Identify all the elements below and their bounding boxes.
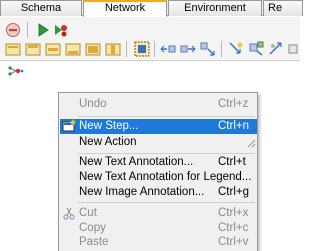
toolbar [0, 17, 300, 61]
menu-item-label: New Image Annotation... [79, 186, 205, 198]
menu-item-shortcut: Ctrl+n [218, 120, 249, 132]
menu-item-new-step[interactable]: New Step... Ctrl+n [60, 119, 257, 134]
menu-item-cut[interactable]: Cut Ctrl+x [60, 206, 257, 221]
tab-network[interactable]: Network [83, 0, 167, 17]
menu-item-copy[interactable]: Copy Ctrl+c [60, 221, 257, 236]
menu-separator [78, 202, 255, 203]
menu-item-label: New Step... [79, 120, 139, 132]
remove-icon[interactable] [5, 22, 21, 38]
menu-separator [78, 153, 255, 154]
column-icon[interactable] [105, 41, 121, 57]
menu-item-new-text-annotation[interactable]: New Text Annotation... Ctrl+t [60, 155, 257, 170]
add-link-icon[interactable] [228, 41, 244, 57]
menu-item-label: Paste [79, 236, 109, 248]
menu-item-new-text-annotation-legend[interactable]: New Text Annotation for Legend... [60, 170, 257, 185]
menu-item-label: New Text Annotation for Legend... [79, 171, 252, 183]
menu-item-label: New Action [79, 136, 137, 148]
tab-strip: Schema Network Environment Re [0, 0, 303, 17]
context-menu: Undo Ctrl+z New Step... Ctrl+n New Actio… [58, 92, 258, 251]
new-step-icon [62, 119, 76, 133]
menu-item-label: Cut [79, 207, 97, 219]
menu-item-shortcut: Ctrl+g [218, 186, 249, 198]
menu-item-shortcut: Ctrl+x [218, 207, 249, 219]
resize-grip-icon [246, 137, 256, 148]
menu-item-undo[interactable]: Undo Ctrl+z [60, 97, 257, 112]
menu-item-shortcut: Ctrl+t [218, 156, 246, 168]
menu-item-shortcut: Ctrl+v [218, 236, 249, 248]
connect-down-icon[interactable] [200, 41, 216, 57]
connect-right-icon[interactable] [180, 41, 196, 57]
select-icon[interactable] [134, 41, 150, 57]
menu-separator [78, 116, 255, 117]
network-node-icon[interactable] [6, 65, 30, 77]
edit-link-icon[interactable] [248, 41, 264, 57]
toolbar-separator [221, 41, 222, 57]
align-middle-icon[interactable] [45, 41, 61, 57]
toolbar-separator [154, 41, 155, 57]
toolbar-separator [27, 22, 28, 38]
toolbar-separator [126, 41, 127, 57]
tab-truncated[interactable]: Re [263, 0, 303, 16]
align-top-icon[interactable] [25, 41, 41, 57]
menu-item-shortcut: Ctrl+c [218, 222, 249, 234]
layout-icon[interactable] [5, 41, 21, 57]
tab-environment[interactable]: Environment [168, 0, 262, 16]
menu-item-new-action[interactable]: New Action [60, 135, 257, 150]
menu-item-label: Copy [79, 222, 106, 234]
align-bottom-icon[interactable] [65, 41, 81, 57]
menu-item-new-image-annotation[interactable]: New Image Annotation... Ctrl+g [60, 185, 257, 200]
menu-item-shortcut: Ctrl+z [218, 98, 249, 110]
menu-item-paste[interactable]: Paste Ctrl+v [60, 235, 257, 250]
cut-icon [62, 206, 76, 220]
run-debug-icon[interactable] [53, 22, 69, 38]
more-icon[interactable] [288, 41, 304, 57]
menu-item-label: New Text Annotation... [79, 156, 194, 168]
connect-left-icon[interactable] [160, 41, 176, 57]
tab-schema[interactable]: Schema [0, 0, 82, 16]
auto-link-icon[interactable] [268, 41, 284, 57]
menu-item-label: Undo [79, 98, 107, 110]
align-justify-icon[interactable] [85, 41, 101, 57]
run-icon[interactable] [35, 22, 51, 38]
